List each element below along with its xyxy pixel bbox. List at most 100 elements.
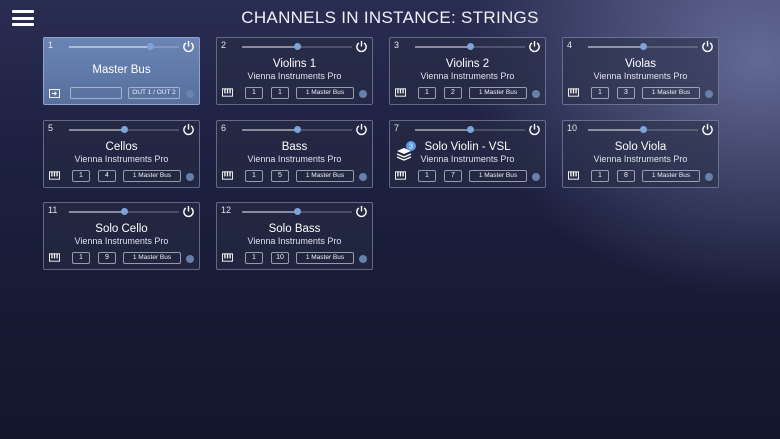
midi-port-selector[interactable]: 1 <box>72 170 90 182</box>
volume-slider-knob[interactable] <box>294 126 301 133</box>
midi-port-selector[interactable]: 1 <box>591 87 609 99</box>
output-bus-selector[interactable]: 1 Master Bus <box>296 87 354 99</box>
midi-port-selector[interactable]: 1 <box>245 170 263 182</box>
plugin-name: Vienna Instruments Pro <box>420 154 515 164</box>
volume-slider-knob[interactable] <box>294 208 301 215</box>
power-icon[interactable] <box>355 123 368 136</box>
output-bus-selector[interactable]: 1 Master Bus <box>123 252 181 264</box>
channel-card[interactable]: 3 Violins 2 Vienna Instruments Pro 1 2 1… <box>389 37 546 105</box>
output-bus-selector[interactable]: 1 Master Bus <box>642 87 700 99</box>
midi-channel-selector[interactable]: 4 <box>98 170 116 182</box>
midi-channel-selector[interactable]: 1 <box>271 87 289 99</box>
plugin-name: Vienna Instruments Pro <box>247 154 342 164</box>
volume-slider-knob[interactable] <box>147 43 155 50</box>
channel-card[interactable]: 5 Cellos Vienna Instruments Pro 1 4 1 Ma… <box>43 120 200 188</box>
volume-slider[interactable] <box>242 208 352 215</box>
midi-channel-selector[interactable]: 3 <box>617 87 635 99</box>
channel-card-master[interactable]: 1 Master Bus OUT 1 / OUT 2 <box>43 37 200 105</box>
midi-channel-selector[interactable]: 9 <box>98 252 116 264</box>
piano-keys-icon[interactable] <box>222 171 233 180</box>
status-indicator <box>359 255 367 263</box>
piano-keys-icon[interactable] <box>49 171 60 180</box>
midi-channel-selector[interactable]: 5 <box>271 170 289 182</box>
volume-slider[interactable] <box>242 43 352 50</box>
channel-card[interactable]: 10 Solo Viola Vienna Instruments Pro 1 8… <box>562 120 719 188</box>
piano-keys-icon[interactable] <box>568 88 579 97</box>
volume-slider[interactable] <box>69 126 179 133</box>
midi-channel-selector[interactable]: 2 <box>444 87 462 99</box>
volume-slider-knob[interactable] <box>640 126 647 133</box>
midi-port-selector[interactable]: 1 <box>72 252 90 264</box>
power-icon[interactable] <box>355 40 368 53</box>
midi-port-selector[interactable]: 1 <box>245 87 263 99</box>
midi-channel-selector[interactable]: 10 <box>271 252 289 264</box>
plugin-name: Vienna Instruments Pro <box>74 236 169 246</box>
volume-slider[interactable] <box>69 208 179 215</box>
channel-card[interactable]: 6 Bass Vienna Instruments Pro 1 5 1 Mast… <box>216 120 373 188</box>
midi-port-selector[interactable]: 1 <box>591 170 609 182</box>
piano-keys-icon[interactable] <box>222 88 233 97</box>
plugin-name: Vienna Instruments Pro <box>593 154 688 164</box>
channel-card[interactable]: 7 3 Solo Violin - VSL Vienna Instruments… <box>389 120 546 188</box>
page-title: CHANNELS IN INSTANCE: STRINGS <box>241 8 539 27</box>
piano-keys-icon[interactable] <box>49 253 60 262</box>
channel-card[interactable]: 2 Violins 1 Vienna Instruments Pro 1 1 1… <box>216 37 373 105</box>
status-indicator <box>705 173 713 181</box>
power-icon[interactable] <box>182 205 195 218</box>
output-bus-selector[interactable]: 1 Master Bus <box>469 170 527 182</box>
channel-name: Bass <box>281 141 308 153</box>
volume-slider-knob[interactable] <box>294 43 301 50</box>
volume-slider-knob[interactable] <box>467 43 474 50</box>
volume-slider-knob[interactable] <box>121 126 128 133</box>
channel-name: Cellos <box>105 141 138 153</box>
midi-channel-selector[interactable]: 7 <box>444 170 462 182</box>
status-indicator <box>532 173 540 181</box>
status-indicator <box>532 90 540 98</box>
power-icon[interactable] <box>528 123 541 136</box>
channel-card[interactable]: 12 Solo Bass Vienna Instruments Pro 1 10… <box>216 202 373 270</box>
midi-channel-selector[interactable]: 8 <box>617 170 635 182</box>
input-selector[interactable] <box>70 87 122 99</box>
midi-port-selector[interactable]: 1 <box>418 170 436 182</box>
piano-keys-icon[interactable] <box>568 171 579 180</box>
channel-number: 11 <box>48 205 58 215</box>
piano-keys-icon[interactable] <box>395 171 406 180</box>
midi-port-selector[interactable]: 1 <box>245 252 263 264</box>
power-icon[interactable] <box>701 40 714 53</box>
piano-keys-icon[interactable] <box>222 253 233 262</box>
output-bus-selector[interactable]: 1 Master Bus <box>642 170 700 182</box>
volume-slider[interactable] <box>415 43 525 50</box>
volume-slider[interactable] <box>69 43 179 50</box>
volume-slider[interactable] <box>588 43 698 50</box>
channel-name: Master Bus <box>92 64 151 76</box>
status-indicator <box>186 90 194 98</box>
output-selector[interactable]: OUT 1 / OUT 2 <box>128 87 180 99</box>
volume-slider-knob[interactable] <box>640 43 647 50</box>
output-bus-selector[interactable]: 1 Master Bus <box>296 170 354 182</box>
routing-icon[interactable] <box>49 89 60 98</box>
power-icon[interactable] <box>355 205 368 218</box>
power-icon[interactable] <box>182 123 195 136</box>
channel-card[interactable]: 4 Violas Vienna Instruments Pro 1 3 1 Ma… <box>562 37 719 105</box>
channel-name: Solo Viola <box>614 141 667 153</box>
output-bus-selector[interactable]: 1 Master Bus <box>469 87 527 99</box>
volume-slider-knob[interactable] <box>121 208 128 215</box>
power-icon[interactable] <box>528 40 541 53</box>
power-icon[interactable] <box>701 123 714 136</box>
output-bus-selector[interactable]: 1 Master Bus <box>296 252 354 264</box>
channel-name: Solo Cello <box>95 223 148 235</box>
volume-slider[interactable] <box>242 126 352 133</box>
power-icon[interactable] <box>182 40 195 53</box>
channel-card[interactable]: 11 Solo Cello Vienna Instruments Pro 1 9… <box>43 202 200 270</box>
channel-number: 1 <box>48 40 54 50</box>
channel-number: 2 <box>221 40 227 50</box>
output-bus-selector[interactable]: 1 Master Bus <box>123 170 181 182</box>
midi-port-selector[interactable]: 1 <box>418 87 436 99</box>
volume-slider[interactable] <box>588 126 698 133</box>
channel-name: Solo Bass <box>268 223 321 235</box>
volume-slider[interactable] <box>415 126 525 133</box>
channel-number: 12 <box>221 205 232 215</box>
piano-keys-icon[interactable] <box>395 88 406 97</box>
volume-slider-knob[interactable] <box>467 126 474 133</box>
status-indicator <box>359 173 367 181</box>
